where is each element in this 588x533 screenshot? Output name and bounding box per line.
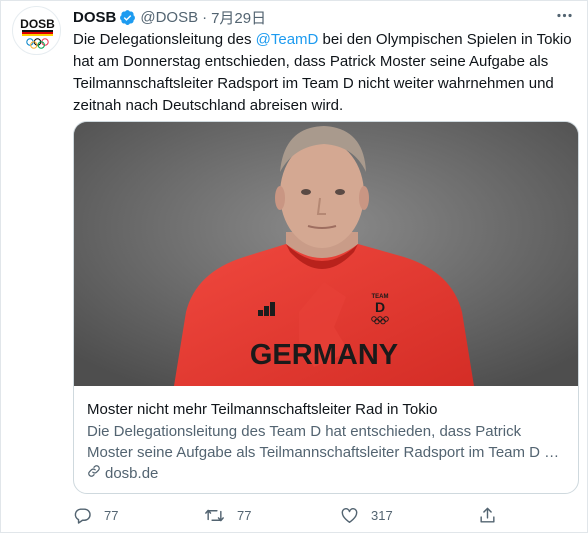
reply-icon xyxy=(73,506,92,525)
jersey-text: GERMANY xyxy=(250,339,398,371)
card-image[interactable]: GERMANY TEAM D xyxy=(74,122,578,386)
card-photo: GERMANY TEAM D xyxy=(74,122,578,386)
card-title: Moster nicht mehr Teilmannschaftsleiter … xyxy=(87,401,438,418)
author-name[interactable]: DOSB xyxy=(73,9,116,26)
share-button[interactable] xyxy=(478,506,497,525)
header-separator: · xyxy=(202,8,208,26)
reply-button[interactable]: 77 xyxy=(73,506,118,525)
retweet-count: 77 xyxy=(237,508,252,523)
dosb-logo: DOSB xyxy=(20,17,55,49)
dosb-logo-text: DOSB xyxy=(20,17,55,31)
tweet-text: Die Delegationsleitung des @TeamD bei de… xyxy=(73,29,573,117)
tweet-text-start: Die Delegationsleitung des xyxy=(73,31,256,48)
verified-icon xyxy=(119,9,136,26)
tweet-date[interactable]: 7月29日 xyxy=(211,7,266,28)
team-letter: D xyxy=(375,299,385,315)
avatar[interactable]: DOSB xyxy=(12,6,61,55)
author-handle[interactable]: @DOSB xyxy=(140,9,198,26)
card-body[interactable]: Moster nicht mehr Teilmannschaftsleiter … xyxy=(87,399,567,484)
link-card[interactable]: GERMANY TEAM D Moster nicht mehr Teilman… xyxy=(73,121,579,494)
mention-link[interactable]: @TeamD xyxy=(256,31,319,48)
like-icon xyxy=(340,506,359,525)
card-domain: dosb.de xyxy=(105,465,159,482)
like-count: 317 xyxy=(371,508,393,523)
like-button[interactable]: 317 xyxy=(340,506,393,525)
link-icon xyxy=(87,463,101,484)
reply-count: 77 xyxy=(104,508,119,523)
action-bar: 77 77 317 xyxy=(73,506,573,528)
retweet-button[interactable]: 77 xyxy=(204,506,251,525)
card-domain-row: dosb.de xyxy=(87,463,567,484)
card-description: Die Delegationsleitung des Team D hat en… xyxy=(87,423,560,461)
more-icon[interactable] xyxy=(555,6,574,30)
retweet-icon xyxy=(204,506,225,525)
tweet-header: DOSB @DOSB · 7月29日 xyxy=(73,7,266,27)
share-icon xyxy=(478,506,497,525)
